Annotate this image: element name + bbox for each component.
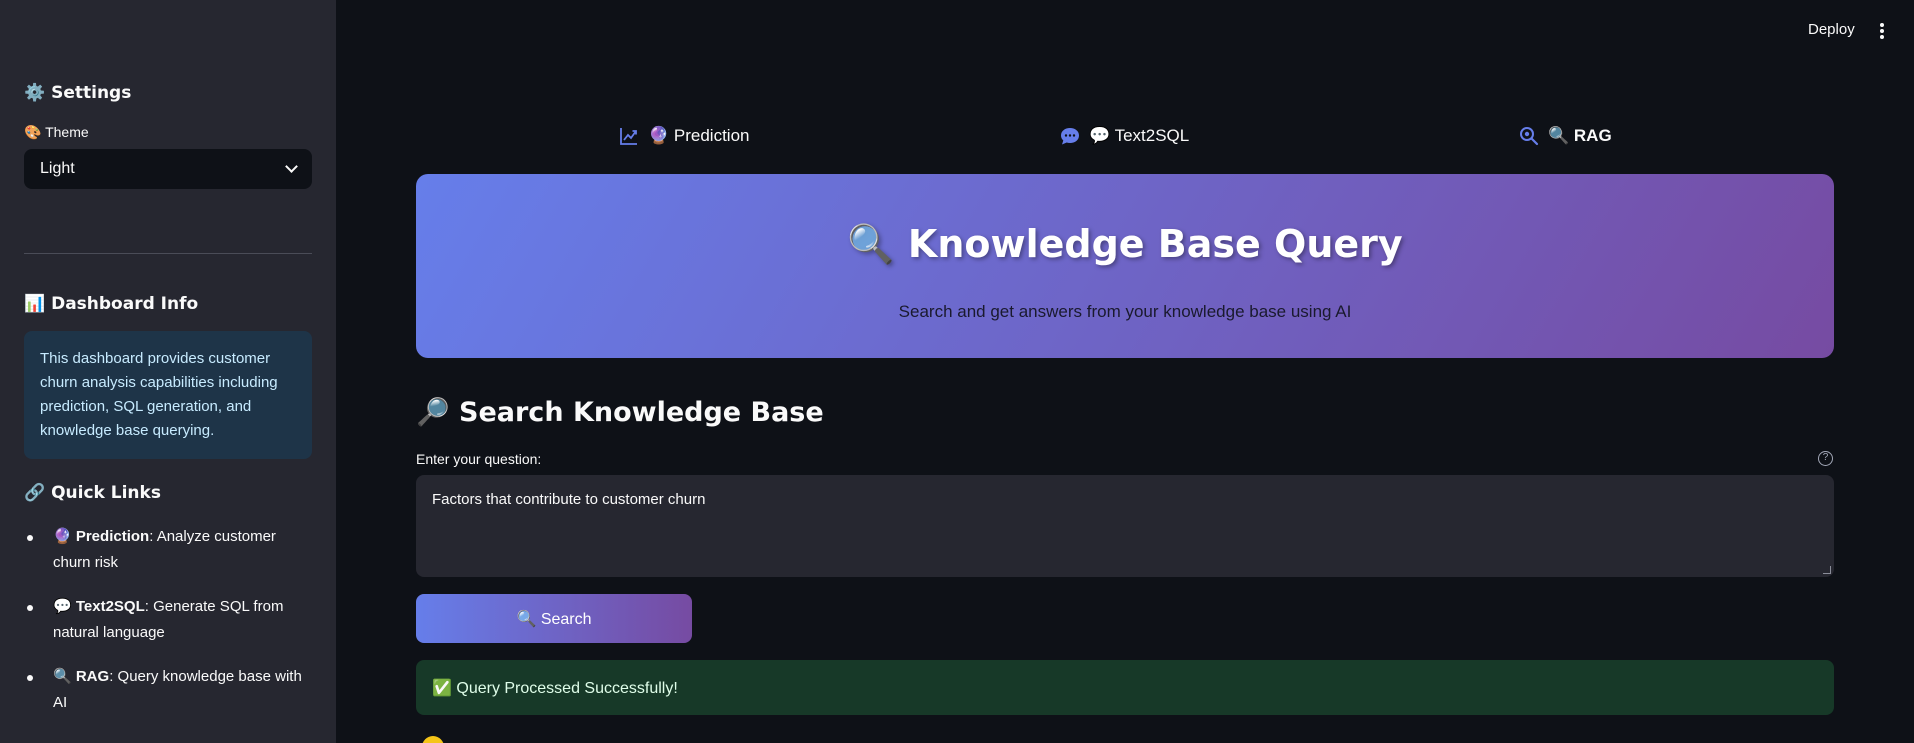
deploy-button[interactable]: Deploy (1808, 21, 1855, 38)
dashboard-info-box: This dashboard provides customer churn a… (24, 331, 312, 459)
theme-select-value: Light (40, 160, 75, 177)
question-textarea[interactable]: Factors that contribute to customer chur… (416, 475, 1834, 577)
theme-select[interactable]: Light (24, 149, 312, 189)
quick-link-text2sql: 💬 Text2SQL: Generate SQL from natural la… (24, 594, 312, 646)
quick-links-heading: 🔗 Quick Links (24, 483, 161, 503)
lightbulb-icon (422, 736, 444, 743)
dashboard-info-heading: 📊 Dashboard Info (24, 294, 199, 314)
dashboard-info-text: This dashboard provides customer churn a… (40, 350, 278, 439)
settings-heading: ⚙️ Settings (24, 83, 132, 103)
chart-line-icon (620, 128, 637, 145)
chevron-down-icon (285, 160, 298, 173)
tab-rag[interactable]: 🔍 RAG (1518, 124, 1612, 148)
resize-handle-icon[interactable] (1823, 566, 1831, 574)
quick-link-name: 🔮 Prediction (53, 528, 150, 545)
success-alert: ✅ Query Processed Successfully! (416, 660, 1834, 715)
quick-links-list: 🔮 Prediction: Analyze customer churn ris… (24, 524, 312, 734)
sidebar: ⚙️ Settings 🎨 Theme Light 📊 Dashboard In… (0, 0, 336, 743)
success-message: ✅ Query Processed Successfully! (432, 679, 678, 697)
hero-banner: 🔍 Knowledge Base Query Search and get an… (416, 174, 1834, 358)
kebab-menu-icon[interactable] (1880, 23, 1884, 41)
tab-label: 💬 Text2SQL (1089, 126, 1190, 145)
page-subtitle: Search and get answers from your knowled… (898, 302, 1352, 321)
tab-label: 🔮 Prediction (648, 126, 750, 145)
page-title: 🔍 Knowledge Base Query (847, 222, 1403, 266)
theme-label: 🎨 Theme (24, 124, 89, 140)
help-icon[interactable]: ? (1818, 451, 1833, 466)
section-heading: 🔎 Search Knowledge Base (416, 397, 824, 428)
tab-label: 🔍 RAG (1548, 126, 1612, 145)
quick-link-prediction: 🔮 Prediction: Analyze customer churn ris… (24, 524, 312, 576)
search-button[interactable]: 🔍 Search (416, 594, 692, 643)
quick-link-name: 🔍 RAG (53, 668, 110, 685)
quick-link-rag: 🔍 RAG: Query knowledge base with AI (24, 664, 312, 716)
tab-prediction[interactable]: 🔮 Prediction (618, 124, 750, 148)
chat-bubble-icon (1061, 128, 1079, 145)
question-label: Enter your question: (416, 451, 542, 467)
tab-text2sql[interactable]: 💬 Text2SQL (1059, 124, 1189, 148)
quick-link-name: 💬 Text2SQL (53, 598, 145, 615)
search-icon (1520, 127, 1539, 146)
question-value: Factors that contribute to customer chur… (432, 491, 706, 508)
sidebar-divider (24, 253, 312, 254)
